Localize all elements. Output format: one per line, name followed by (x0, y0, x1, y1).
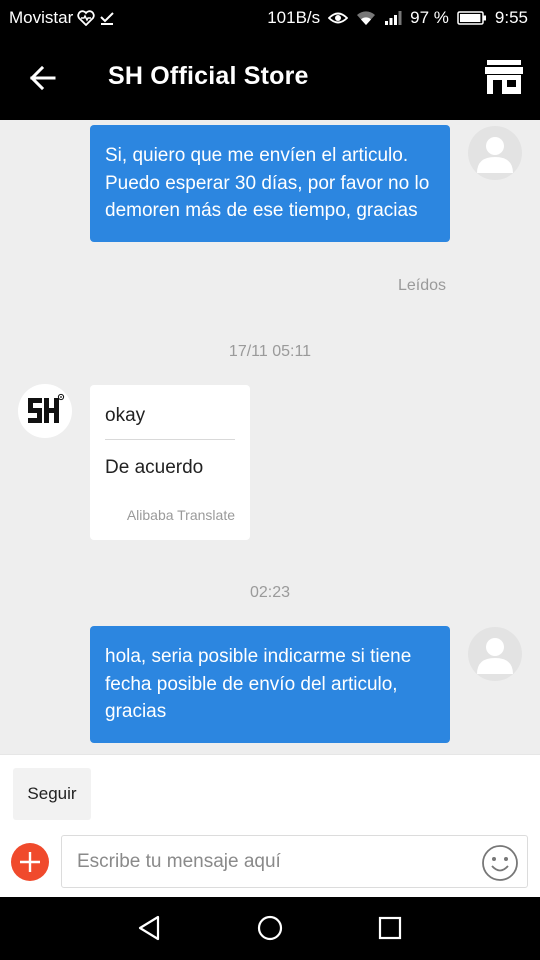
nav-recents-icon[interactable] (375, 913, 405, 943)
translated-text: De acuerdo (105, 457, 204, 478)
page-title: SH Official Store (108, 62, 309, 90)
clock: 9:55 (494, 8, 528, 27)
divider (105, 439, 235, 440)
read-status: Leídos (397, 277, 446, 294)
heart-pulse-icon (77, 10, 95, 26)
download-done-icon (100, 12, 114, 25)
add-attachment-button[interactable] (11, 843, 49, 881)
original-text: okay (105, 405, 146, 426)
received-message-bubble[interactable]: okay De acuerdo Alibaba Translate (90, 385, 250, 540)
network-speed: 101B/s (267, 8, 321, 27)
carrier-name: Movistar (9, 8, 74, 27)
plus-icon (20, 852, 40, 872)
timestamp: 17/11 05:11 (228, 343, 312, 360)
smiley-icon[interactable] (481, 844, 519, 882)
sh-logo-icon (28, 393, 65, 423)
app-bar: SH Official Store (0, 38, 540, 120)
eye-icon (328, 12, 349, 24)
timestamp: 02:23 (249, 584, 291, 601)
store-button[interactable] (484, 59, 524, 95)
store-avatar[interactable] (18, 384, 72, 438)
wifi-icon (357, 11, 376, 25)
chat-area[interactable]: Si, quiero que me envíen el articulo. Pu… (0, 120, 540, 754)
nav-back-icon[interactable] (135, 913, 165, 943)
follow-button[interactable]: Seguir (13, 768, 91, 820)
nav-home-icon[interactable] (255, 913, 285, 943)
sent-message-bubble[interactable]: Si, quiero que me envíen el articulo. Pu… (90, 125, 450, 242)
battery-percent: 97 % (410, 8, 449, 27)
arrow-left-icon (29, 65, 56, 91)
user-avatar[interactable] (468, 627, 522, 681)
message-placeholder: Escribe tu mensaje aquí (77, 851, 281, 872)
sent-message-bubble[interactable]: hola, seria posible indicarme si tiene f… (90, 626, 450, 743)
message-input[interactable]: Escribe tu mensaje aquí (61, 835, 528, 888)
status-bar: Movistar 101B/s 97 % 9:55 (0, 0, 540, 38)
user-avatar[interactable] (468, 126, 522, 180)
person-icon (477, 137, 513, 173)
store-icon (485, 60, 523, 94)
translation-credit: Alibaba Translate (126, 507, 235, 523)
signal-icon (385, 11, 402, 25)
person-icon (477, 638, 513, 674)
system-nav-bar (0, 897, 540, 960)
back-button[interactable] (26, 60, 62, 96)
composer-panel: Seguir Escribe tu mensaje aquí (0, 754, 540, 897)
battery-icon (457, 11, 486, 25)
